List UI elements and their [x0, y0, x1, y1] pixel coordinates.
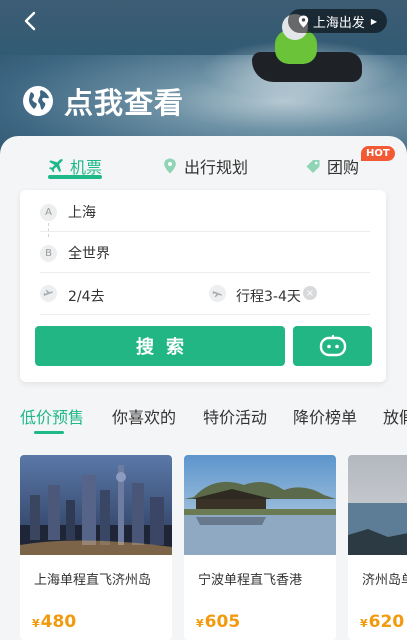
deal-card[interactable]: 上海单程直飞济州岛 ¥480	[20, 455, 172, 640]
tab-group-buy[interactable]: 团购	[305, 152, 359, 180]
deal-card[interactable]: 宁波单程直飞香港 ¥605	[184, 455, 336, 640]
origin-field[interactable]: 上海	[68, 202, 96, 222]
tab-group-buy-label: 团购	[327, 158, 360, 177]
banner-title-text: 点我查看	[64, 86, 185, 120]
origin-row[interactable]: A 上海	[20, 192, 386, 232]
deal-title: 济州岛单	[362, 573, 407, 588]
category-tabs: 低价预售 你喜欢的 特价活动 降价榜单 放假	[0, 404, 407, 434]
tab-travel-plan[interactable]: 出行规划	[162, 152, 248, 180]
search-button[interactable]: 搜索	[35, 326, 285, 366]
deal-image-coast	[348, 455, 407, 555]
destination-row[interactable]: B 全世界	[20, 233, 386, 273]
deal-price: ¥620	[360, 612, 405, 632]
origin-letter-icon: A	[40, 203, 57, 221]
tab-travel-plan-label: 出行规划	[184, 158, 249, 177]
divider	[40, 272, 370, 273]
back-button[interactable]	[20, 10, 42, 32]
departure-city-selector[interactable]: 上海出发 ▶	[287, 9, 387, 33]
chevron-left-icon	[24, 11, 36, 31]
deal-image-pavilion-lake	[184, 455, 336, 555]
globe-icon	[23, 86, 53, 116]
caret-right-icon: ▶	[370, 16, 377, 26]
category-favorites[interactable]: 你喜欢的	[112, 404, 176, 428]
flight-search-card: A 上海 B 全世界 2/4去 行程3-4天 × 搜索	[20, 190, 386, 382]
departure-date-field[interactable]: 2/4去	[68, 286, 105, 306]
takeoff-icon	[40, 285, 57, 302]
divider	[40, 231, 370, 232]
hot-badge: HOT	[361, 146, 395, 161]
landing-icon	[209, 285, 226, 302]
assistant-button[interactable]	[293, 326, 372, 366]
departure-city-label: 上海出发	[312, 15, 365, 31]
robot-icon	[319, 335, 346, 357]
category-special-deals[interactable]: 特价活动	[203, 404, 267, 428]
deal-price: ¥605	[196, 612, 241, 632]
destination-field[interactable]: 全世界	[68, 243, 110, 263]
trip-duration-field[interactable]: 行程3-4天	[236, 286, 301, 306]
active-tab-indicator	[48, 175, 102, 179]
location-pin-icon	[298, 15, 309, 27]
deal-image-shanghai-skyline	[20, 455, 172, 555]
category-holiday[interactable]: 放假	[383, 404, 407, 428]
deal-title: 宁波单程直飞香港	[198, 573, 303, 588]
flight-home-page: 上海出发 ▶ 点我查看 机票 出行规划 团购 HOT A 上海 B 全世界 2/…	[0, 0, 407, 640]
category-presale[interactable]: 低价预售	[20, 404, 84, 428]
banner-title[interactable]: 点我查看	[22, 80, 184, 122]
deal-title: 上海单程直飞济州岛	[34, 573, 152, 588]
category-price-drops[interactable]: 降价榜单	[293, 404, 357, 428]
destination-letter-icon: B	[40, 244, 57, 262]
deal-card[interactable]: 济州岛单 ¥620	[348, 455, 407, 640]
deal-price: ¥480	[32, 612, 77, 632]
plane-icon	[49, 159, 63, 173]
divider	[40, 314, 370, 315]
location-pin-icon	[164, 158, 176, 174]
clear-icon[interactable]: ×	[303, 286, 317, 300]
tag-icon	[306, 160, 320, 173]
active-category-indicator	[34, 431, 64, 434]
